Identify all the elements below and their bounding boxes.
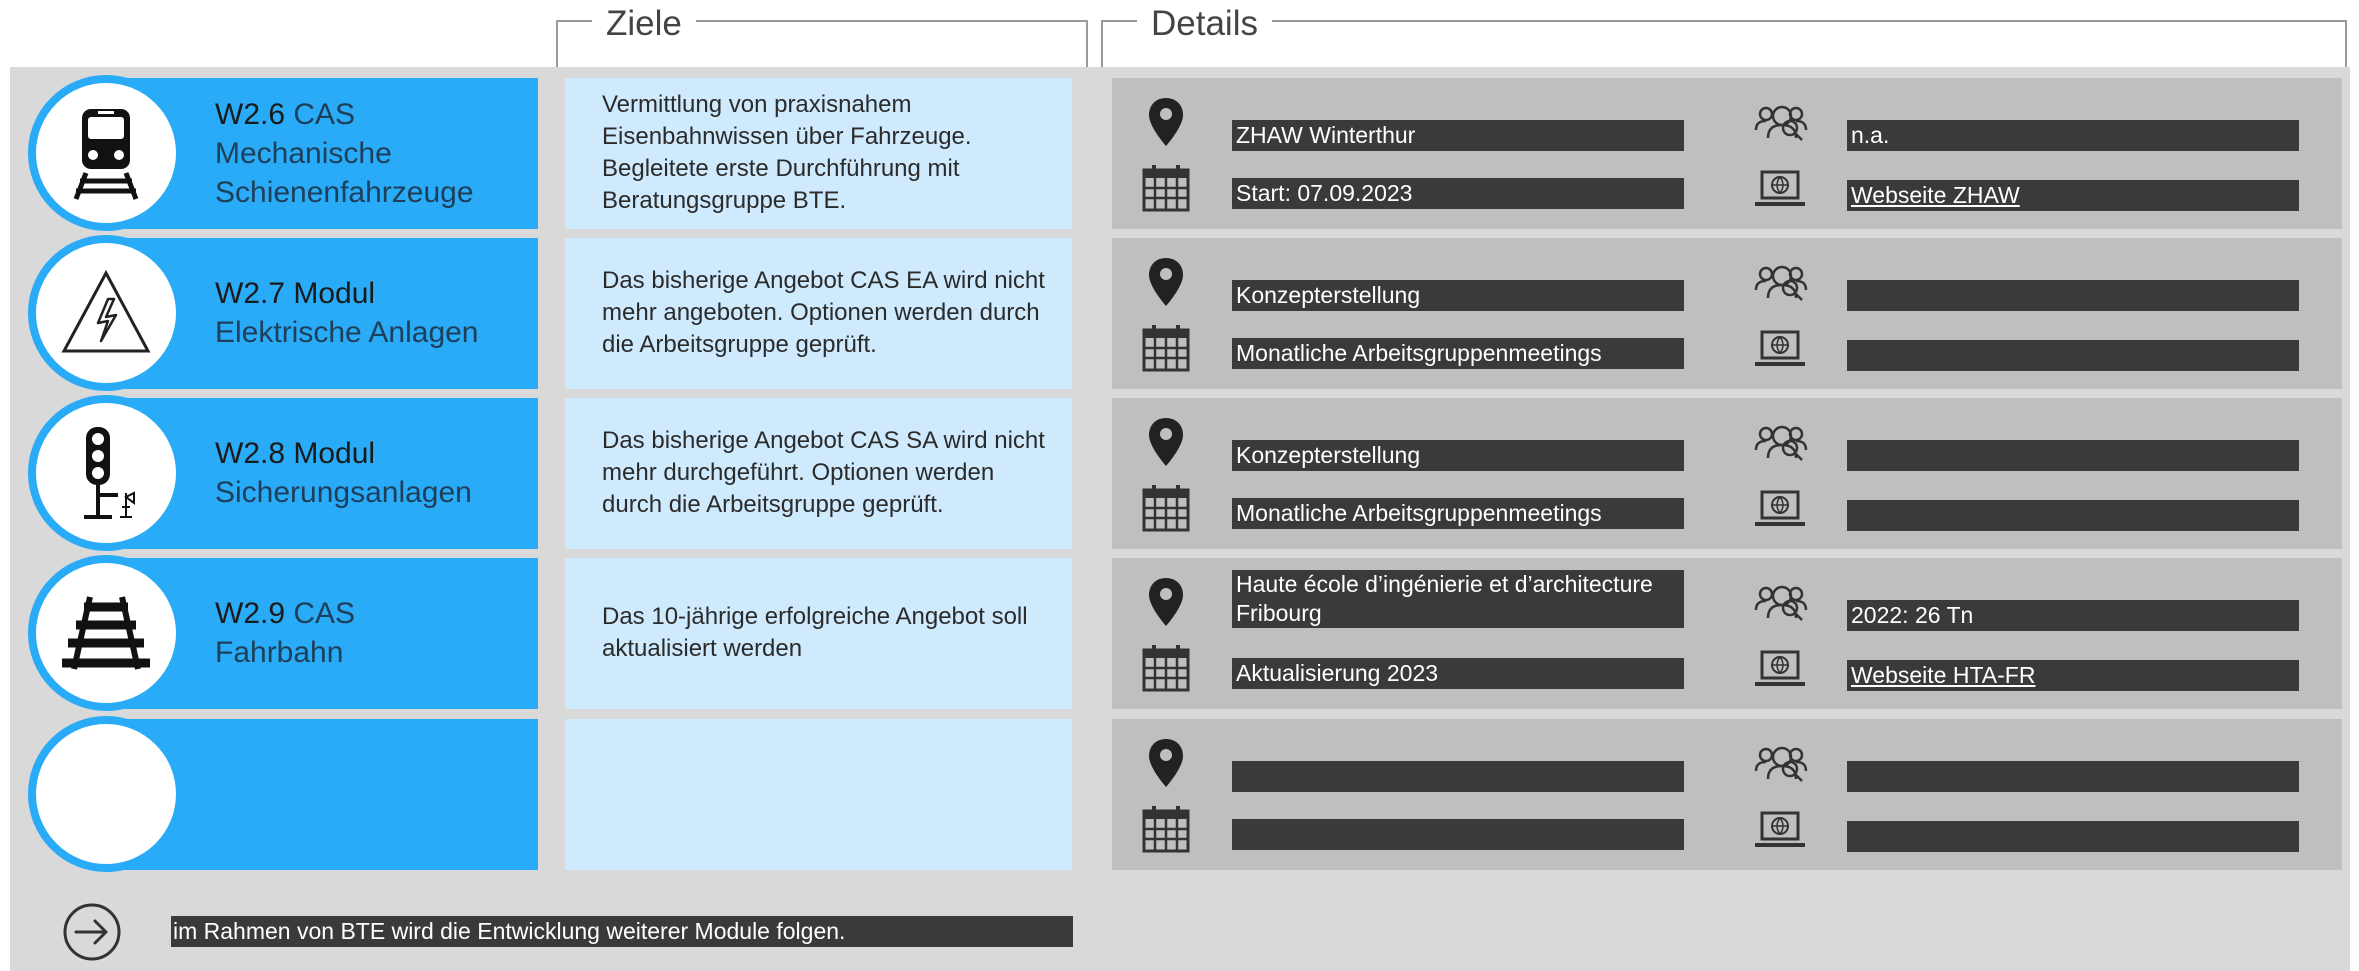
participants-icon — [1752, 574, 1808, 630]
website-laptop-icon — [1752, 642, 1808, 698]
module-icon-circle — [28, 75, 184, 231]
location-pin-icon — [1138, 254, 1194, 310]
participants-field: 2022: 26 Tn — [1847, 600, 2299, 631]
module-code: W2.9 — [215, 597, 286, 630]
details-card — [1112, 719, 2342, 870]
module-icon-circle — [28, 716, 184, 872]
module-name-line: Fahrbahn — [215, 636, 344, 669]
calendar-icon — [1138, 640, 1194, 696]
module-name-line: Mechanische — [215, 136, 392, 170]
calendar-icon — [1138, 480, 1194, 536]
date-field: Monatliche Arbeitsgruppenmeetings — [1232, 498, 1684, 529]
participants-field — [1847, 761, 2299, 792]
website-link[interactable]: Webseite HTA-FR — [1847, 660, 2299, 691]
module-name-line: Elektrische Anlagen — [215, 316, 479, 349]
details-bracket-line — [1101, 20, 2347, 22]
ziele-header: Ziele — [592, 4, 696, 44]
website-laptop-icon — [1752, 322, 1808, 378]
location-field: Konzepterstellung — [1232, 280, 1684, 311]
module-code: W2.6 — [215, 97, 286, 131]
module-title: W2.9 CAS Fahrbahn — [215, 594, 355, 672]
website-link — [1847, 340, 2299, 371]
location-pin-icon — [1138, 94, 1194, 150]
module-title: W2.8 Modul Sicherungsanlagen — [215, 434, 472, 512]
details-card: Konzepterstellung Monatliche Arbeitsgrupp… — [1112, 238, 2342, 389]
website-laptop-icon — [1752, 482, 1808, 538]
module-name-line: Sicherungsanlagen — [215, 476, 472, 509]
module-icon-circle — [28, 395, 184, 551]
location-pin-icon — [1138, 735, 1194, 791]
ziel-card: Das bisherige Angebot CAS EA wird nicht … — [565, 238, 1072, 389]
participants-icon — [1752, 414, 1808, 470]
module-type: CAS — [285, 597, 356, 630]
details-bracket-left — [1101, 20, 1103, 67]
website-laptop-icon — [1752, 803, 1808, 859]
participants-icon — [1752, 94, 1808, 150]
participants-field — [1847, 440, 2299, 471]
module-code: W2.8 Modul — [215, 437, 376, 470]
module-icon-circle — [28, 235, 184, 391]
ziel-text: Das 10-jährige erfolgreiche Angebot soll… — [602, 603, 1028, 662]
date-field: Monatliche Arbeitsgruppenmeetings — [1232, 338, 1684, 369]
details-header: Details — [1137, 4, 1272, 44]
participants-field: n.a. — [1847, 120, 2299, 151]
location-field: Haute école d’ingénierie et d’architectu… — [1232, 570, 1684, 628]
location-field: Konzepterstellung — [1232, 440, 1684, 471]
ziel-text: Das bisherige Angebot CAS EA wird nicht … — [602, 267, 1045, 358]
module-code: W2.7 Modul — [215, 277, 376, 310]
ziel-text: Das bisherige Angebot CAS SA wird nicht … — [602, 427, 1045, 518]
details-card: Haute école d’ingénierie et d’architectu… — [1112, 558, 2342, 709]
module-type: CAS — [285, 97, 356, 131]
details-card: ZHAW Winterthur Start: 07.09.2023 n.a. Webs… — [1112, 78, 2342, 229]
website-link[interactable]: Webseite ZHAW — [1847, 180, 2299, 211]
calendar-icon — [1138, 160, 1194, 216]
ziel-text: Vermittlung von praxisnahem Eisenbahnwis… — [602, 91, 972, 214]
module-icon-circle — [28, 555, 184, 711]
module-title: W2.6 CAS Mechanische Schienenfahrzeuge — [215, 95, 474, 212]
footer-note: im Rahmen von BTE wird die Entwicklung w… — [171, 916, 1073, 947]
location-field: ZHAW Winterthur — [1232, 120, 1684, 151]
ziele-bracket-left — [556, 20, 558, 67]
ziel-card: Das bisherige Angebot CAS SA wird nicht … — [565, 398, 1072, 549]
module-name-line: Schienenfahrzeuge — [215, 175, 474, 209]
website-link — [1847, 500, 2299, 531]
location-field — [1232, 761, 1684, 792]
details-card: Konzepterstellung Monatliche Arbeitsgrupp… — [1112, 398, 2342, 549]
ziel-card: Das 10-jährige erfolgreiche Angebot soll… — [565, 558, 1072, 709]
module-title: W2.7 Modul Elektrische Anlagen — [215, 274, 479, 352]
location-pin-icon — [1138, 414, 1194, 470]
calendar-icon — [1138, 320, 1194, 376]
participants-icon — [1752, 254, 1808, 310]
ziele-bracket-right — [1086, 20, 1088, 67]
ziel-card — [565, 719, 1072, 870]
details-bracket-right — [2345, 20, 2347, 67]
participants-field — [1847, 280, 2299, 311]
website-laptop-icon — [1752, 162, 1808, 218]
ziel-card: Vermittlung von praxisnahem Eisenbahnwis… — [565, 78, 1072, 229]
arrow-right-circle-icon — [62, 902, 122, 962]
date-field — [1232, 819, 1684, 850]
participants-icon — [1752, 735, 1808, 791]
date-field: Start: 07.09.2023 — [1232, 178, 1684, 209]
website-link — [1847, 821, 2299, 852]
location-pin-icon — [1138, 574, 1194, 630]
date-field: Aktualisierung 2023 — [1232, 658, 1684, 689]
calendar-icon — [1138, 801, 1194, 857]
